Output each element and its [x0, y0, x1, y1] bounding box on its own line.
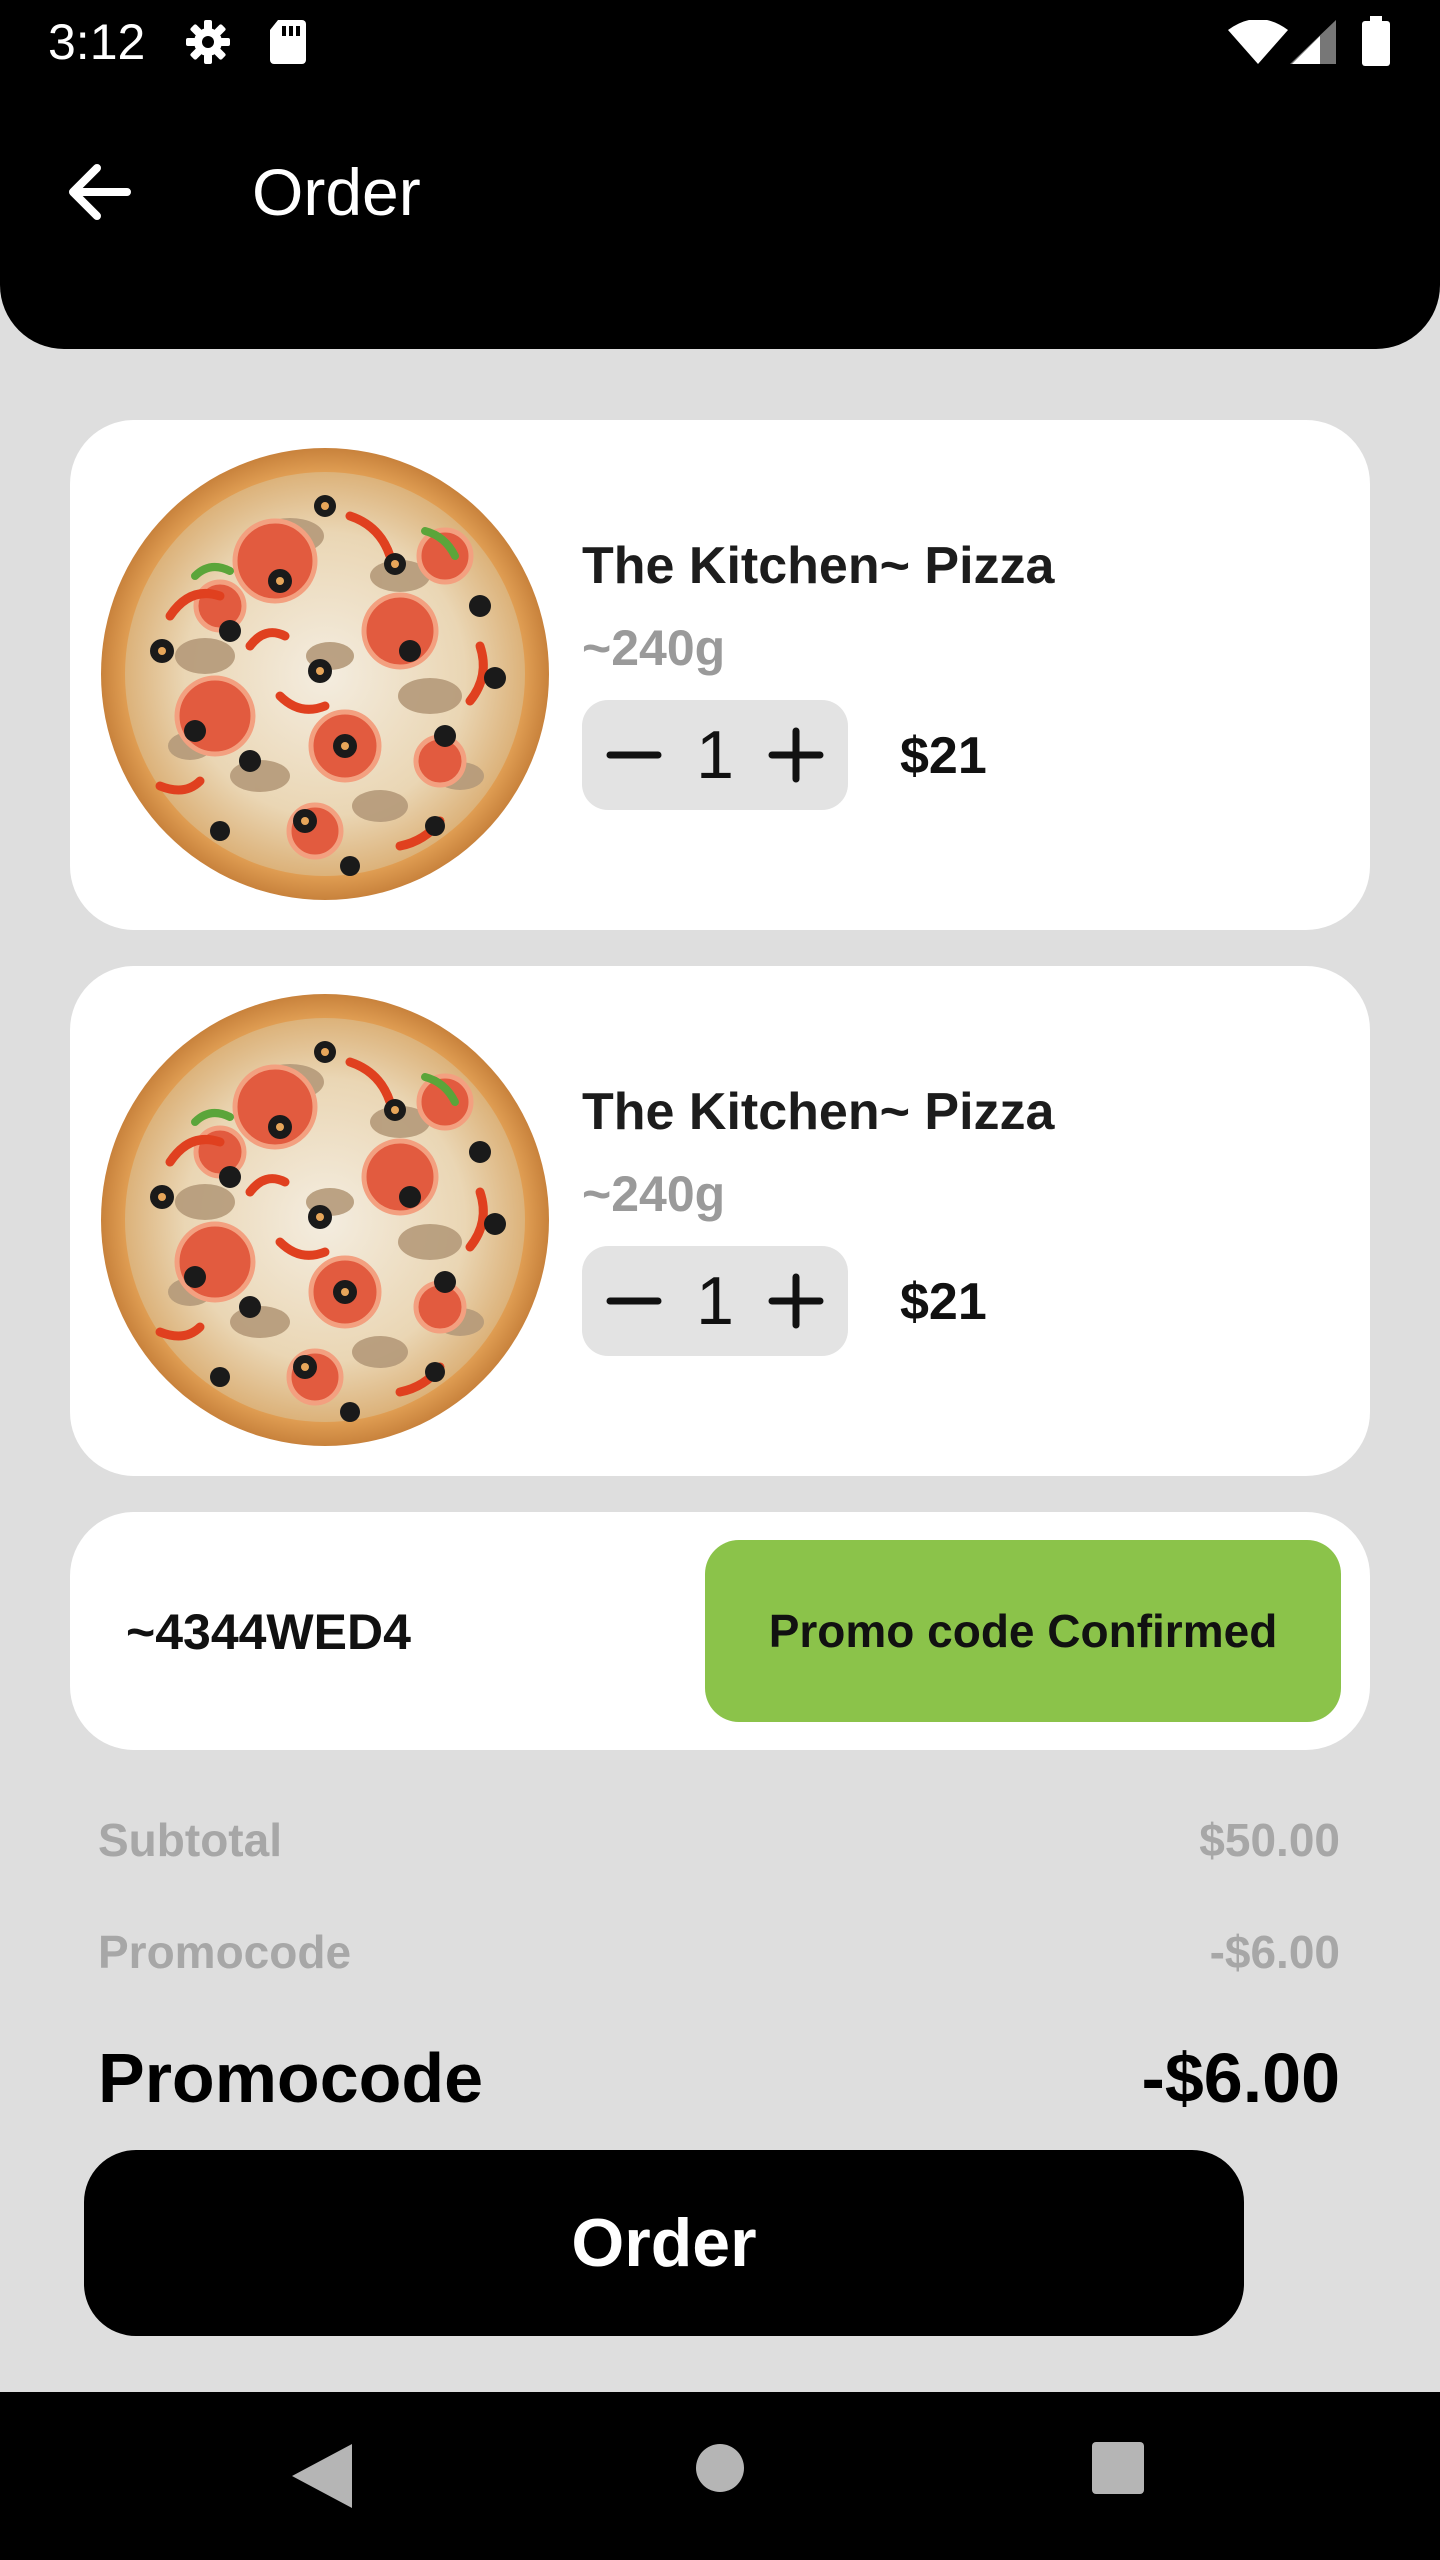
total-label: Promocode	[98, 2039, 484, 2117]
item-name: The Kitchen~ Pizza	[582, 1083, 1055, 1141]
wifi-icon	[1228, 20, 1288, 64]
promocode-value: -$6.00	[1209, 1926, 1340, 1978]
plus-icon[interactable]	[768, 727, 824, 783]
nav-back-icon[interactable]	[286, 2440, 356, 2512]
back-button[interactable]	[50, 144, 146, 240]
status-time: 3:12	[48, 14, 146, 70]
app-header: Order	[0, 84, 1440, 349]
quantity-stepper: 1	[582, 1246, 848, 1356]
system-nav-bar	[0, 2392, 1440, 2560]
battery-icon	[1362, 16, 1390, 66]
quantity-value: 1	[696, 1263, 734, 1339]
quantity-value: 1	[696, 717, 734, 793]
cart-item-card: The Kitchen~ Pizza ~240g 1 $21	[70, 966, 1370, 1476]
promocode-label: Promocode	[98, 1926, 352, 1978]
quantity-stepper: 1	[582, 700, 848, 810]
item-price: $21	[900, 727, 987, 785]
total-row: Promocode -$6.00	[98, 2036, 1340, 2120]
pizza-image	[100, 446, 550, 902]
item-name: The Kitchen~ Pizza	[582, 537, 1055, 595]
sd-card-icon	[270, 20, 306, 64]
promo-code-input[interactable]	[126, 1596, 686, 1668]
total-value: -$6.00	[1141, 2039, 1340, 2117]
subtotal-row: Subtotal $50.00	[98, 1812, 1340, 1872]
minus-icon[interactable]	[606, 1273, 662, 1329]
promo-confirm-button[interactable]: Promo code Confirmed	[705, 1540, 1341, 1722]
pizza-image	[100, 992, 550, 1448]
nav-recents-icon[interactable]	[1090, 2440, 1146, 2496]
gear-icon	[186, 20, 230, 64]
subtotal-label: Subtotal	[98, 1814, 282, 1866]
item-weight: ~240g	[582, 1166, 726, 1222]
arrow-left-icon	[69, 164, 131, 220]
cart-item-card: The Kitchen~ Pizza ~240g 1 $21	[70, 420, 1370, 930]
promo-card: Promo code Confirmed	[70, 1512, 1370, 1750]
page-title: Order	[252, 155, 421, 229]
nav-home-icon[interactable]	[694, 2442, 746, 2494]
order-button[interactable]: Order	[84, 2150, 1244, 2336]
item-weight: ~240g	[582, 620, 726, 676]
minus-icon[interactable]	[606, 727, 662, 783]
plus-icon[interactable]	[768, 1273, 824, 1329]
item-price: $21	[900, 1273, 987, 1331]
signal-icon	[1290, 20, 1336, 64]
subtotal-value: $50.00	[1199, 1814, 1340, 1866]
promocode-row: Promocode -$6.00	[98, 1924, 1340, 1984]
status-bar: 3:12	[0, 0, 1440, 84]
